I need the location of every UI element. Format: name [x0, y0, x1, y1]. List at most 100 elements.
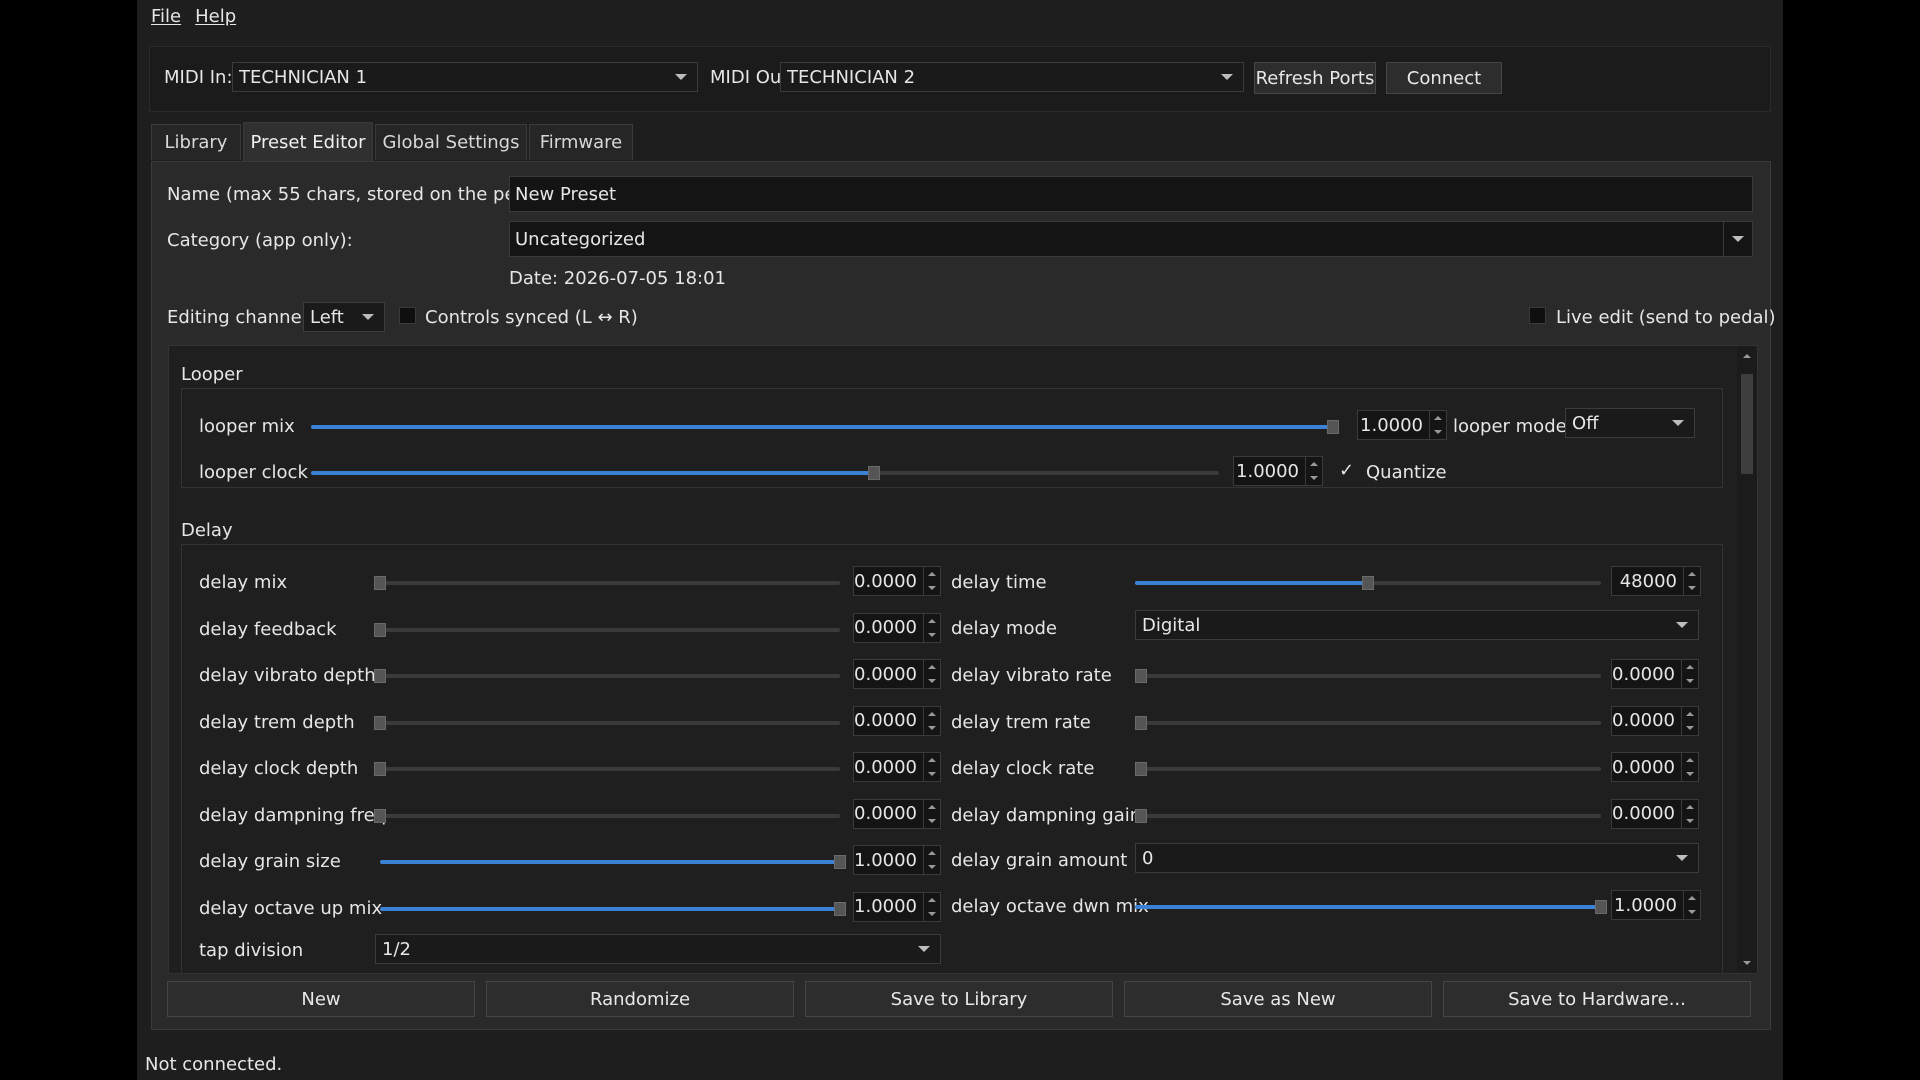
arrow-up-icon[interactable]: [928, 665, 936, 669]
tap-division-select[interactable]: 1/2: [375, 934, 941, 964]
spin-buttons[interactable]: [923, 706, 940, 735]
live-edit-checkbox[interactable]: [1529, 307, 1546, 324]
arrow-down-icon[interactable]: [1686, 818, 1694, 823]
delay-clock-depth-spinbox[interactable]: 0.0000: [853, 752, 941, 782]
slider-handle[interactable]: [1135, 762, 1147, 776]
spin-buttons[interactable]: [1305, 457, 1322, 485]
delay-clock-rate-slider[interactable]: [1135, 762, 1601, 776]
vertical-scrollbar[interactable]: [1737, 346, 1757, 973]
arrow-up-icon[interactable]: [1688, 896, 1696, 900]
arrow-up-icon[interactable]: [928, 711, 936, 716]
arrow-up-icon[interactable]: [928, 804, 936, 809]
tab-global-settings[interactable]: Global Settings: [375, 124, 527, 160]
delay-octave-up-mix-slider[interactable]: [380, 901, 846, 916]
slider-handle[interactable]: [374, 808, 386, 823]
slider-handle[interactable]: [1327, 420, 1339, 434]
delay-grain-size-slider[interactable]: [380, 855, 846, 869]
slider-handle[interactable]: [374, 622, 386, 637]
spin-buttons[interactable]: [923, 613, 940, 642]
delay-clock-depth-slider[interactable]: [374, 762, 840, 776]
delay-octave-up-mix-spinbox[interactable]: 1.0000: [853, 891, 941, 922]
spin-buttons[interactable]: [923, 567, 940, 595]
slider-handle[interactable]: [1135, 715, 1147, 730]
spin-buttons[interactable]: [1681, 706, 1698, 735]
arrow-down-icon[interactable]: [1686, 725, 1694, 730]
delay-trem-rate-slider[interactable]: [1135, 715, 1601, 730]
spin-buttons[interactable]: [1683, 891, 1700, 919]
spin-buttons[interactable]: [923, 660, 940, 688]
looper-mix-spinbox[interactable]: 1.0000: [1357, 410, 1447, 440]
arrow-down-icon[interactable]: [928, 586, 936, 590]
controls-synced-checkbox[interactable]: [399, 307, 416, 324]
save-as-new-button[interactable]: Save as New: [1124, 981, 1432, 1017]
tab-preset-editor[interactable]: Preset Editor: [243, 122, 373, 162]
arrow-down-icon[interactable]: [1434, 430, 1442, 434]
delay-grain-amount-select[interactable]: 0: [1135, 843, 1699, 873]
delay-grain-size-spinbox[interactable]: 1.0000: [853, 845, 941, 875]
tab-firmware[interactable]: Firmware: [529, 124, 633, 160]
save-to-hardware-button[interactable]: Save to Hardware...: [1443, 981, 1751, 1017]
midi-in-select[interactable]: TECHNICIAN 1: [232, 62, 698, 92]
arrow-down-icon[interactable]: [1310, 476, 1318, 480]
delay-dampning-freq-slider[interactable]: [374, 808, 840, 823]
slider-handle[interactable]: [834, 901, 846, 916]
menu-help[interactable]: Help: [195, 6, 236, 27]
looper-clock-slider[interactable]: [311, 466, 1219, 480]
delay-octave-dwn-spinbox[interactable]: 1.0000: [1611, 890, 1701, 920]
arrow-down-icon[interactable]: [1688, 910, 1696, 914]
delay-vibrato-rate-slider[interactable]: [1135, 669, 1601, 683]
delay-trem-depth-spinbox[interactable]: 0.0000: [853, 705, 941, 736]
menu-file[interactable]: File: [151, 6, 181, 27]
arrow-up-icon[interactable]: [1688, 572, 1696, 576]
arrow-up-icon[interactable]: [1686, 804, 1694, 809]
spin-buttons[interactable]: [923, 892, 940, 921]
arrow-up-icon[interactable]: [928, 618, 936, 623]
parameter-scroll-area[interactable]: Looper looper mix 1.0000 looper mode Off…: [168, 345, 1758, 974]
arrow-up-icon[interactable]: [1310, 462, 1318, 466]
slider-handle[interactable]: [1362, 576, 1374, 590]
delay-vibrato-depth-spinbox[interactable]: 0.0000: [853, 659, 941, 689]
delay-time-spinbox[interactable]: 48000: [1611, 566, 1701, 596]
new-button[interactable]: New: [167, 981, 475, 1017]
delay-trem-rate-spinbox[interactable]: 0.0000: [1611, 705, 1699, 736]
spin-buttons[interactable]: [923, 753, 940, 781]
looper-clock-spinbox[interactable]: 1.0000: [1233, 456, 1323, 486]
delay-feedback-spinbox[interactable]: 0.0000: [853, 612, 941, 643]
slider-handle[interactable]: [1595, 900, 1607, 914]
category-dropdown-button[interactable]: [1723, 222, 1752, 256]
quantize-check-icon[interactable]: ✓: [1339, 460, 1354, 481]
delay-trem-depth-slider[interactable]: [374, 715, 840, 730]
save-to-library-button[interactable]: Save to Library: [805, 981, 1113, 1017]
slider-handle[interactable]: [834, 855, 846, 869]
arrow-up-icon[interactable]: [1434, 416, 1442, 420]
delay-dampning-freq-spinbox[interactable]: 0.0000: [853, 798, 941, 829]
arrow-down-icon[interactable]: [928, 725, 936, 730]
looper-mix-slider[interactable]: [311, 420, 1339, 434]
refresh-ports-button[interactable]: Refresh Ports: [1254, 62, 1376, 94]
arrow-down-icon[interactable]: [928, 632, 936, 637]
delay-time-slider[interactable]: [1135, 576, 1601, 590]
arrow-down-icon[interactable]: [928, 865, 936, 869]
delay-feedback-slider[interactable]: [374, 622, 840, 637]
scroll-up-icon[interactable]: [1743, 354, 1751, 358]
preset-name-input[interactable]: New Preset: [509, 176, 1753, 212]
arrow-up-icon[interactable]: [928, 897, 936, 902]
delay-vibrato-depth-slider[interactable]: [374, 669, 840, 683]
arrow-up-icon[interactable]: [928, 572, 936, 576]
arrow-down-icon[interactable]: [928, 911, 936, 916]
tab-library[interactable]: Library: [151, 124, 241, 160]
looper-mode-select[interactable]: Off: [1565, 408, 1695, 438]
arrow-down-icon[interactable]: [1688, 586, 1696, 590]
arrow-up-icon[interactable]: [1686, 711, 1694, 716]
scroll-down-icon[interactable]: [1743, 961, 1751, 965]
spin-buttons[interactable]: [1681, 753, 1698, 781]
delay-mix-slider[interactable]: [374, 576, 840, 590]
arrow-up-icon[interactable]: [1686, 758, 1694, 762]
spin-buttons[interactable]: [1429, 411, 1446, 439]
spin-buttons[interactable]: [923, 846, 940, 874]
randomize-button[interactable]: Randomize: [486, 981, 794, 1017]
connect-button[interactable]: Connect: [1386, 62, 1502, 94]
delay-clock-rate-spinbox[interactable]: 0.0000: [1611, 752, 1699, 782]
arrow-down-icon[interactable]: [928, 679, 936, 683]
spin-buttons[interactable]: [1681, 799, 1698, 828]
